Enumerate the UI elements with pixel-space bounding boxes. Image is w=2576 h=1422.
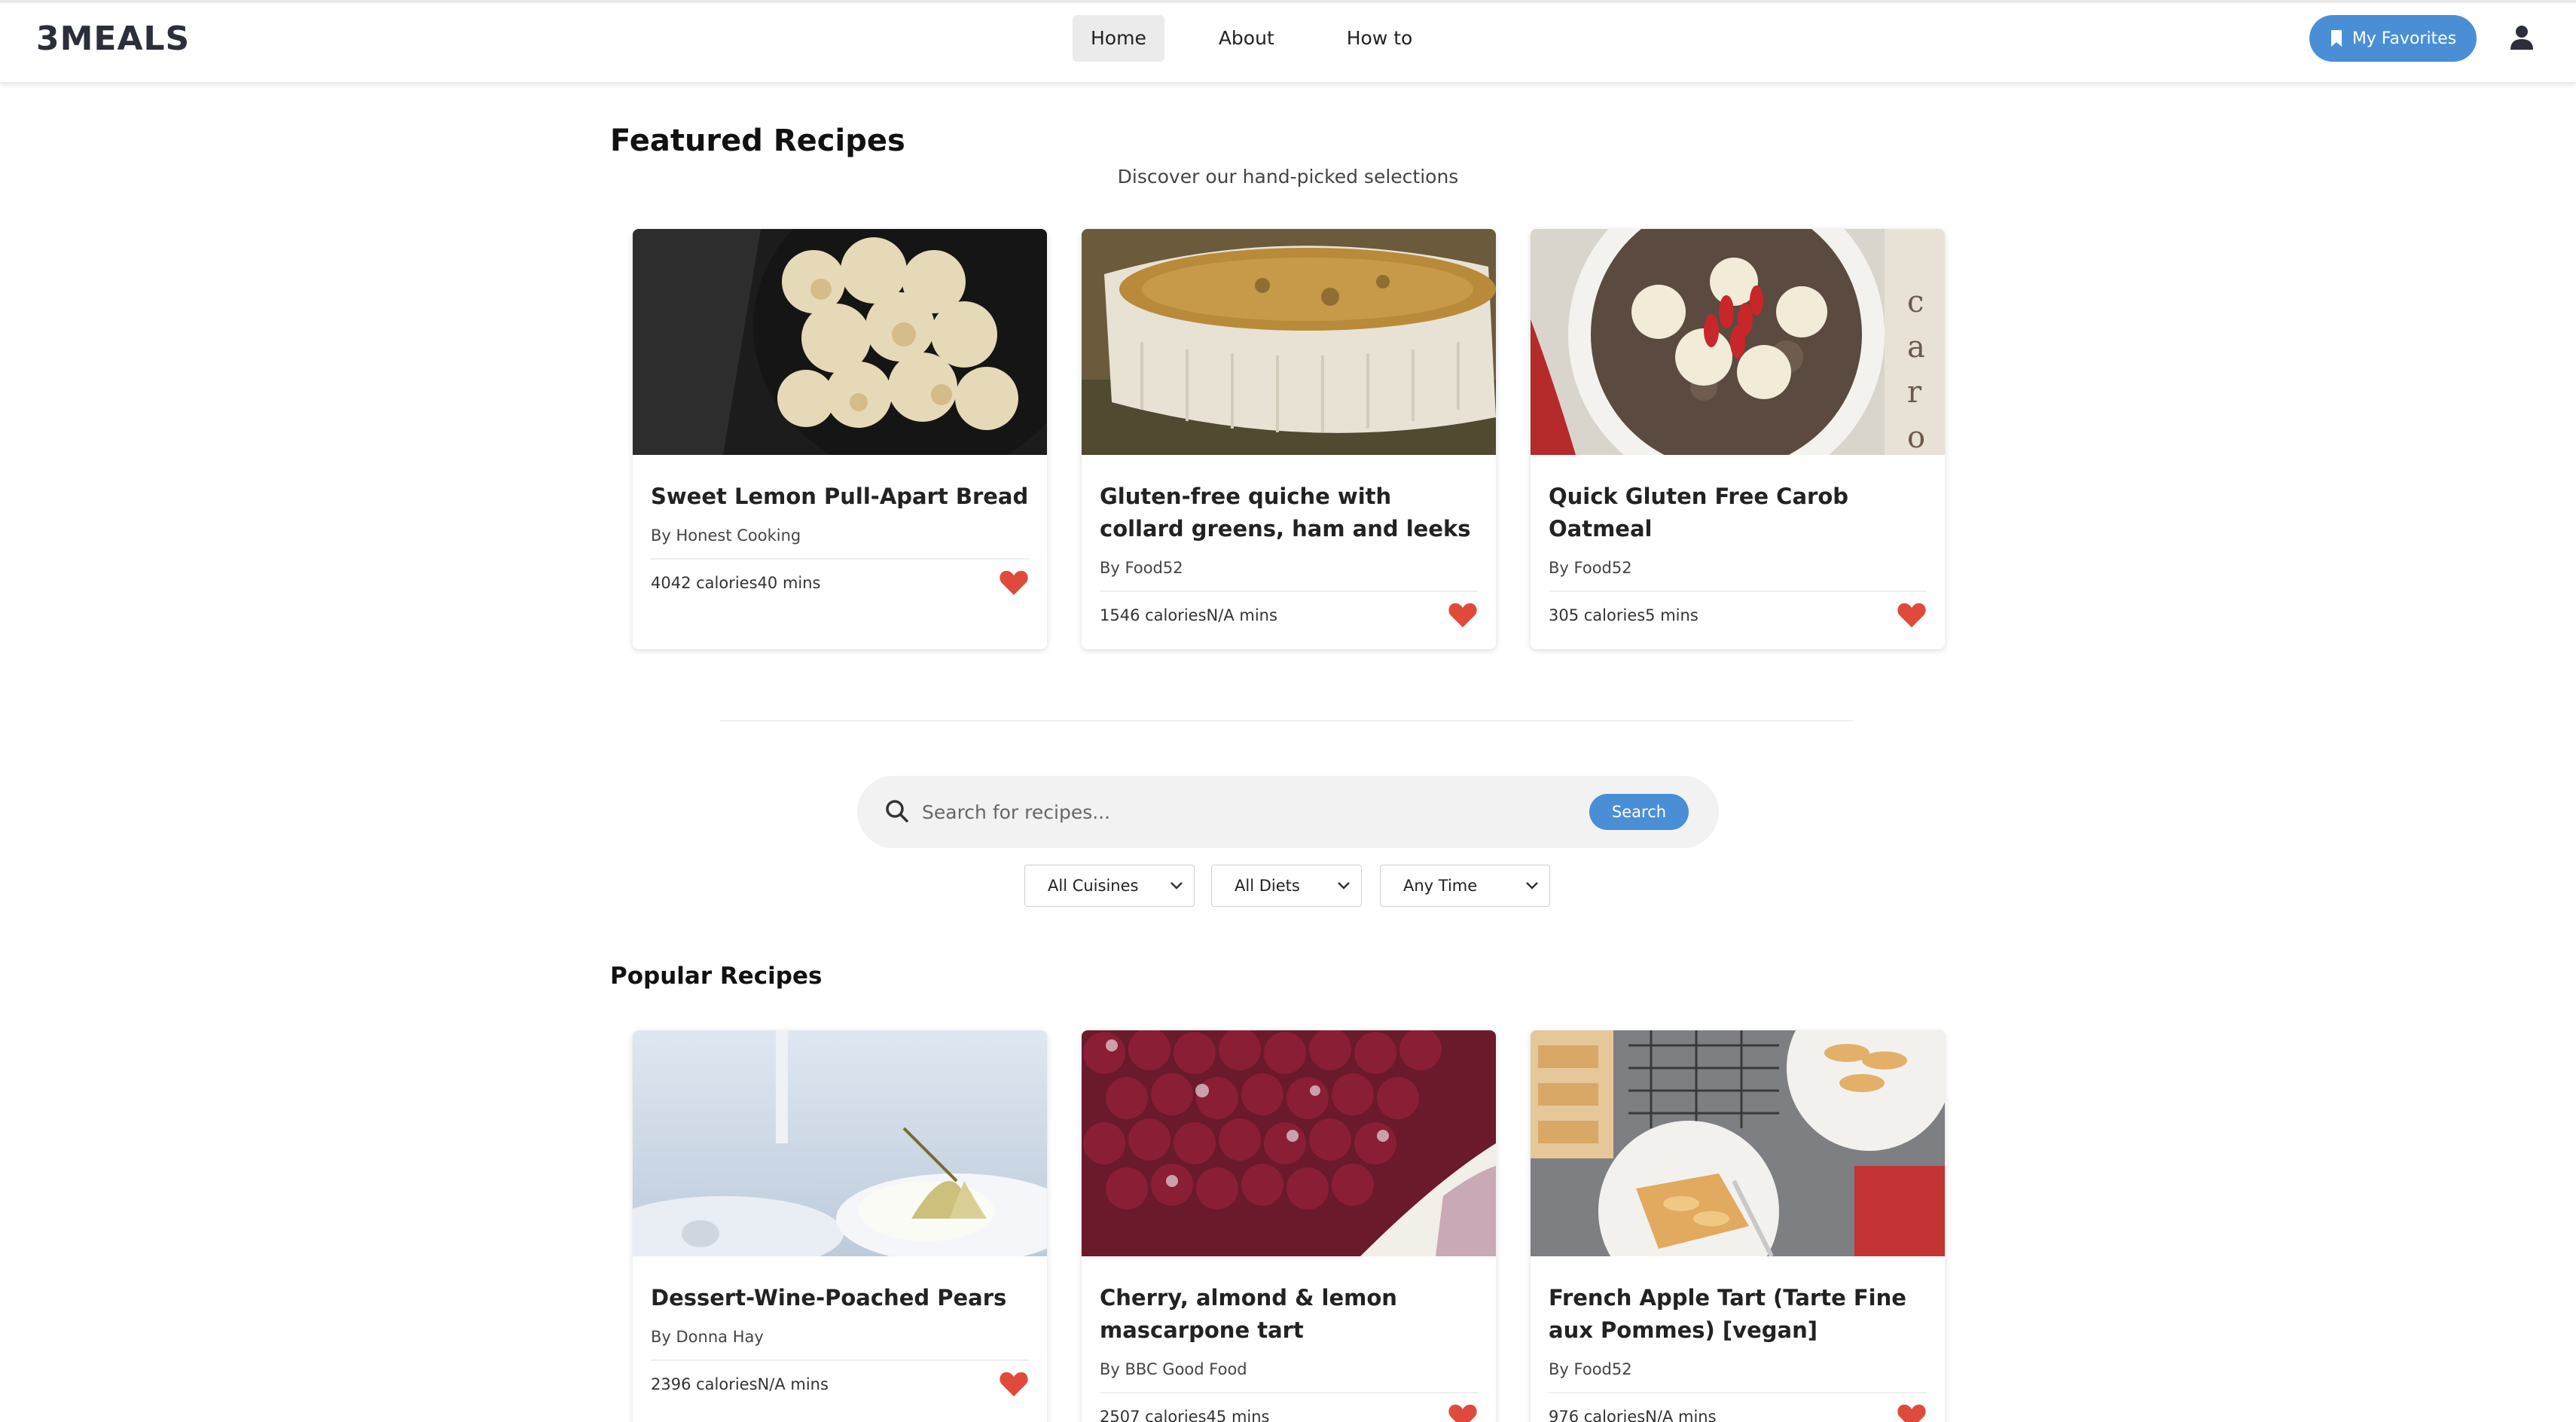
svg-text:a: a (1907, 330, 1925, 365)
svg-text:c: c (1907, 285, 1924, 319)
recipe-title[interactable]: French Apple Tart (Tarte Fine aux Pommes… (1549, 1282, 1927, 1347)
nav-about[interactable]: About (1201, 15, 1293, 62)
logo[interactable]: 3MEALS (36, 20, 190, 58)
recipe-meta: 1546 caloriesN/A mins (1100, 606, 1277, 624)
recipe-title[interactable]: Gluten-free quiche with collard greens, … (1100, 481, 1478, 545)
bookmark-icon (2330, 30, 2342, 47)
time-filter[interactable]: Any Time (1380, 865, 1550, 907)
recipe-image[interactable]: caro (1531, 229, 1945, 455)
featured-title: Featured Recipes (610, 124, 905, 158)
chevron-down-icon (1526, 882, 1538, 890)
svg-text:r: r (1907, 375, 1922, 410)
recipe-meta: 4042 calories40 mins (651, 574, 821, 592)
recipe-image[interactable] (1531, 1030, 1945, 1256)
nav-how-to[interactable]: How to (1329, 15, 1431, 62)
my-favorites-label: My Favorites (2352, 29, 2457, 48)
recipe-image[interactable] (1082, 229, 1496, 455)
popular-title: Popular Recipes (610, 963, 823, 990)
recipe-author: By Food52 (1549, 1360, 1632, 1378)
recipe-title[interactable]: Cherry, almond & lemon mascarpone tart (1100, 1282, 1478, 1347)
heart-icon[interactable] (1897, 602, 1927, 629)
section-divider (720, 720, 1853, 722)
recipe-card[interactable]: Gluten-free quiche with collard greens, … (1082, 229, 1496, 649)
heart-icon[interactable] (999, 569, 1029, 597)
recipe-meta: 2507 calories45 mins (1100, 1408, 1270, 1422)
recipe-image[interactable] (633, 1030, 1047, 1256)
heart-icon[interactable] (999, 1371, 1029, 1398)
search-button[interactable]: Search (1589, 794, 1689, 830)
recipe-author: By Food52 (1549, 559, 1632, 577)
recipe-author: By Food52 (1100, 559, 1183, 577)
recipe-card[interactable]: caro Quick Gluten Free Carob Oatmeal By … (1531, 229, 1945, 649)
recipe-card[interactable]: Sweet Lemon Pull-Apart Bread By Honest C… (633, 229, 1047, 649)
time-filter-value: Any Time (1403, 877, 1478, 895)
recipe-author: By BBC Good Food (1100, 1360, 1247, 1378)
recipe-title[interactable]: Sweet Lemon Pull-Apart Bread (651, 481, 1029, 513)
featured-subtitle: Discover our hand-picked selections (1117, 166, 1459, 188)
recipe-image[interactable] (633, 229, 1047, 455)
heart-icon[interactable] (1448, 602, 1478, 629)
recipe-meta: 976 caloriesN/A mins (1549, 1408, 1717, 1422)
chevron-down-icon (1338, 882, 1350, 890)
cuisine-filter-value: All Cuisines (1048, 877, 1139, 895)
recipe-meta: 2396 caloriesN/A mins (651, 1375, 829, 1393)
recipe-author: By Donna Hay (651, 1328, 764, 1346)
recipe-card[interactable]: Dessert-Wine-Poached Pears By Donna Hay … (633, 1030, 1047, 1422)
heart-icon[interactable] (1897, 1403, 1927, 1422)
top-navbar: 3MEALS Home About How to My Favorites (0, 0, 2576, 83)
recipe-meta: 305 calories5 mins (1549, 606, 1699, 624)
chevron-down-icon (1170, 882, 1183, 890)
diet-filter-value: All Diets (1235, 877, 1300, 895)
nav-home[interactable]: Home (1073, 15, 1164, 62)
recipe-title[interactable]: Quick Gluten Free Carob Oatmeal (1549, 481, 1927, 545)
heart-icon[interactable] (1448, 1403, 1478, 1422)
recipe-author: By Honest Cooking (651, 526, 801, 545)
search-input[interactable] (922, 794, 1600, 830)
main-nav: Home About How to (1073, 15, 1467, 62)
user-icon[interactable] (2507, 23, 2537, 53)
search-bar: Search (857, 776, 1719, 848)
recipe-title[interactable]: Dessert-Wine-Poached Pears (651, 1282, 1029, 1314)
cuisine-filter[interactable]: All Cuisines (1024, 865, 1195, 907)
svg-text:o: o (1907, 420, 1925, 455)
my-favorites-button[interactable]: My Favorites (2309, 15, 2477, 62)
diet-filter[interactable]: All Diets (1211, 865, 1362, 907)
search-icon (886, 800, 908, 822)
recipe-card[interactable]: Cherry, almond & lemon mascarpone tart B… (1082, 1030, 1496, 1422)
recipe-image[interactable] (1082, 1030, 1496, 1256)
recipe-card[interactable]: French Apple Tart (Tarte Fine aux Pommes… (1531, 1030, 1945, 1422)
